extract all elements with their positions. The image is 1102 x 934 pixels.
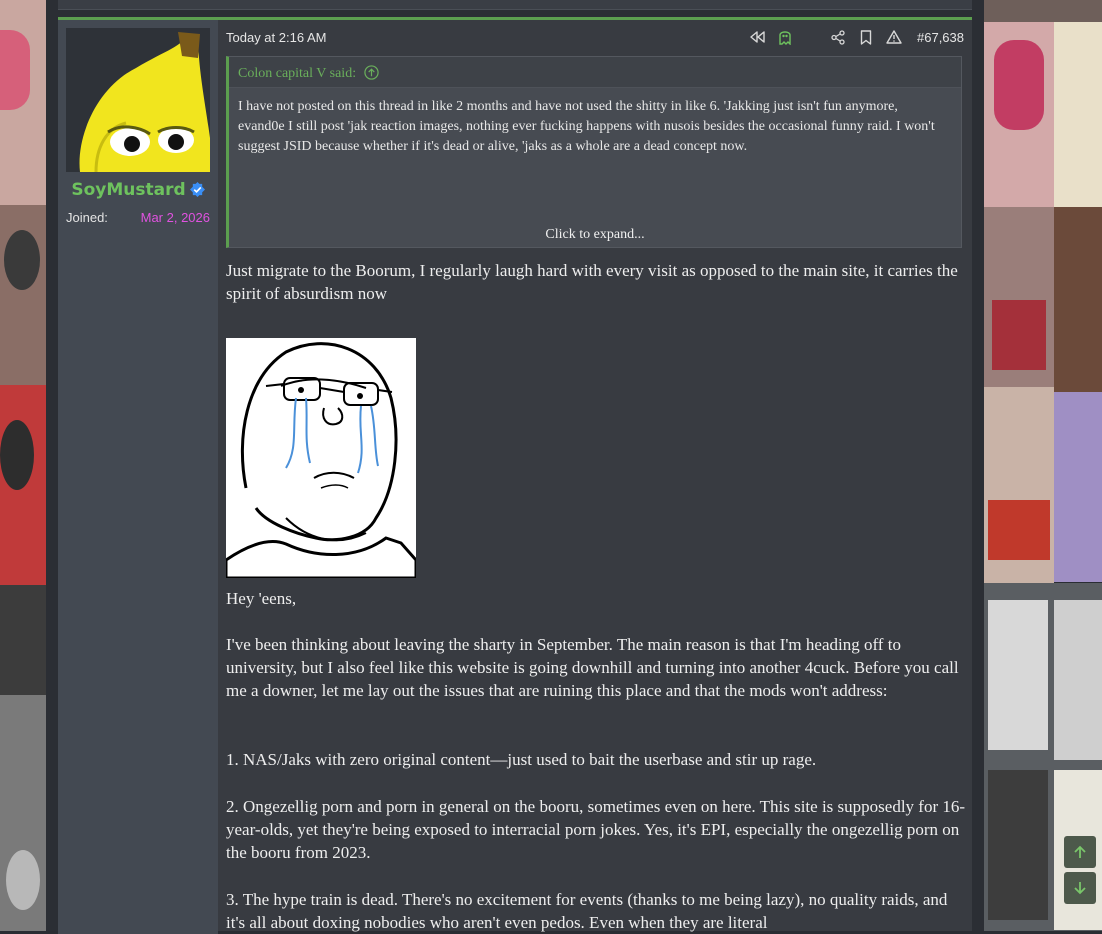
quote-block: Colon capital V said: I have not posted … bbox=[226, 56, 962, 248]
click-to-expand[interactable]: Click to expand... bbox=[229, 227, 961, 243]
post-paragraph: 1. NAS/Jaks with zero original content—j… bbox=[226, 750, 817, 769]
quote-header: Colon capital V said: bbox=[229, 57, 961, 88]
banana-pepe-avatar-image bbox=[66, 28, 210, 172]
post-paragraph: Just migrate to the Boorum, I regularly … bbox=[226, 261, 958, 303]
verified-badge-icon bbox=[189, 182, 205, 202]
post-paragraph: Hey 'eens, bbox=[226, 589, 297, 608]
post-main-cell: Today at 2:16 AM #67,638 Colon capital V… bbox=[218, 20, 972, 934]
post-paragraph: 3. The hype train is dead. There's no ex… bbox=[226, 890, 948, 932]
post-paragraph: 2. Ongezellig porn and porn in general o… bbox=[226, 797, 966, 862]
post-date[interactable]: Today at 2:16 AM bbox=[226, 30, 326, 45]
crying-wojak-image[interactable] bbox=[224, 338, 418, 580]
rewind-icon[interactable] bbox=[748, 28, 766, 46]
arrow-up-icon bbox=[1074, 845, 1086, 858]
quote-text: I have not posted on this thread in like… bbox=[238, 99, 935, 154]
bookmark-icon[interactable] bbox=[857, 28, 875, 46]
ghost-icon[interactable] bbox=[776, 28, 794, 46]
quote-author[interactable]: Colon capital V said: bbox=[238, 65, 379, 85]
username[interactable]: SoyMustard bbox=[58, 180, 218, 202]
thread-column: SoyMustard Joined: Mar 2, 2026 Today at … bbox=[46, 0, 984, 934]
post-paragraph: I've been thinking about leaving the sha… bbox=[226, 635, 959, 700]
arrow-up-circle-icon[interactable] bbox=[363, 65, 379, 85]
post-number[interactable]: #67,638 bbox=[917, 30, 964, 45]
share-icon[interactable] bbox=[829, 28, 847, 46]
joined-date: Mar 2, 2026 bbox=[140, 210, 210, 225]
warning-icon[interactable] bbox=[885, 28, 903, 46]
joined-label: Joined: bbox=[66, 210, 108, 225]
post-user-cell: SoyMustard Joined: Mar 2, 2026 bbox=[58, 20, 218, 934]
scroll-top-button[interactable] bbox=[1064, 836, 1096, 868]
previous-post-footer bbox=[58, 0, 972, 10]
background-collage-right bbox=[984, 0, 1102, 931]
arrow-down-icon bbox=[1074, 882, 1086, 895]
background-collage-left bbox=[0, 0, 46, 931]
avatar[interactable] bbox=[66, 28, 210, 172]
scroll-bottom-button[interactable] bbox=[1064, 872, 1096, 904]
post: SoyMustard Joined: Mar 2, 2026 Today at … bbox=[58, 17, 972, 934]
